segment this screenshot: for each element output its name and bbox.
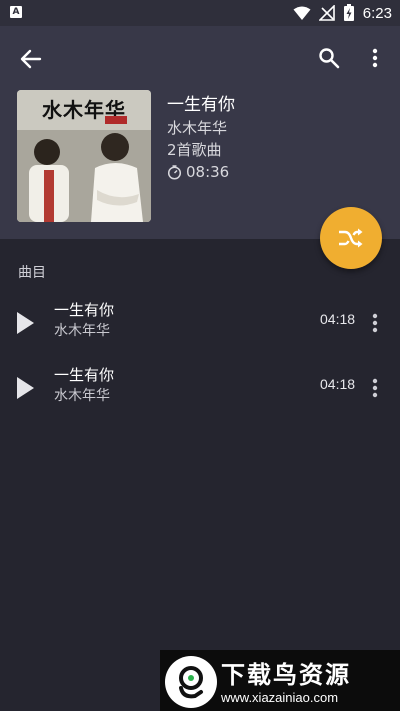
track-duration: 04:18 [320,311,356,327]
album-cover: 水木年华 [17,90,151,222]
track-duration: 04:18 [320,376,356,392]
album-title: 一生有你 [167,95,235,115]
back-button[interactable] [14,42,48,76]
more-vertical-icon [372,378,378,398]
search-button[interactable] [312,41,346,75]
play-button[interactable] [14,375,40,403]
album-artist: 水木年华 [167,119,228,137]
play-icon [17,377,34,399]
watermark-url: www.xiazainiao.com [221,690,339,705]
tracks-section-title: 曲目 [18,265,46,281]
more-vertical-icon [372,313,378,333]
cover-stamp [105,116,127,124]
album-song-count: 2首歌曲 [167,141,222,159]
play-icon [17,312,34,334]
album-cover-title: 水木年华 [42,98,126,122]
shuffle-icon [339,228,363,248]
arrow-left-icon [20,49,42,69]
album-duration: 08:36 [167,163,229,181]
track-artist: 水木年华 [54,388,110,404]
track-row[interactable]: 一生有你 水木年华 04:18 [0,359,400,419]
notification-icon: A [10,6,22,18]
more-vertical-icon [372,48,378,68]
battery-charging-icon [343,4,354,21]
watermark-logo [165,656,217,708]
shuffle-button[interactable] [320,207,382,269]
play-button[interactable] [14,310,40,338]
no-signal-icon [318,5,335,21]
status-bar: A 6:23 [0,0,400,26]
track-title: 一生有你 [54,366,115,384]
watermark-title: 下载鸟资源 [221,661,351,689]
track-title: 一生有你 [54,301,115,319]
track-artist: 水木年华 [54,323,110,339]
clock: 6:23 [362,4,392,22]
album-header: 水木年华 一生有你 水木年华 2首歌曲 08:36 [0,26,400,239]
track-more-button[interactable] [362,306,388,340]
timer-icon [167,164,182,180]
wifi-icon [293,6,311,20]
track-more-button[interactable] [362,371,388,405]
album-duration-text: 08:36 [186,163,230,181]
track-row[interactable]: 一生有你 水木年华 04:18 [0,294,400,354]
watermark-banner: 下载鸟资源 www.xiazainiao.com [160,650,400,711]
search-icon [319,48,340,69]
bird-logo-icon [179,666,203,699]
more-options-button[interactable] [360,41,390,75]
